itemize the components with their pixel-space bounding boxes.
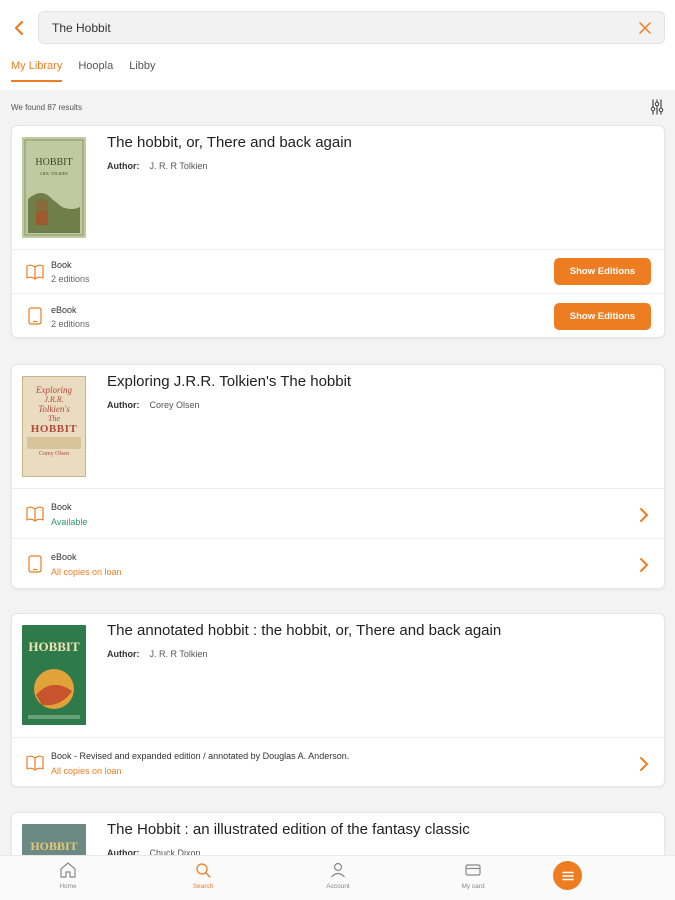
tablet-icon	[28, 307, 42, 325]
format-name: eBook	[51, 305, 77, 315]
book-cover[interactable]: HOBBIT J.R.R. TOLKIEN	[22, 137, 86, 238]
menu-icon	[561, 871, 574, 880]
chevron-right-icon[interactable]	[638, 507, 650, 523]
source-tabs: My Library Hoopla Libby	[11, 60, 156, 82]
tab-my-library[interactable]: My Library	[11, 60, 63, 82]
close-icon[interactable]	[638, 21, 652, 35]
author-name[interactable]: Corey Olsen	[150, 400, 200, 410]
format-row-book: Book 2 editions Show Editions	[12, 249, 666, 293]
svg-text:HOBBIT: HOBBIT	[30, 839, 77, 853]
account-icon	[331, 862, 345, 878]
nav-label: My card	[461, 883, 485, 890]
tablet-icon	[28, 555, 42, 573]
format-row-ebook: eBook 2 editions Show Editions	[12, 293, 666, 338]
format-editions: 2 editions	[51, 319, 90, 329]
cover-text: J.R.R.	[44, 395, 64, 404]
result-card[interactable]: HOBBIT The annotated hobbit : the hobbit…	[11, 613, 666, 787]
svg-text:J.R.R. TOLKIEN: J.R.R. TOLKIEN	[40, 171, 68, 176]
show-editions-button[interactable]: Show Editions	[554, 258, 651, 285]
book-cover[interactable]: Exploring J.R.R. Tolkien's The HOBBIT Co…	[22, 376, 86, 477]
book-title[interactable]: The annotated hobbit : the hobbit, or, T…	[107, 622, 501, 639]
search-input[interactable]: The Hobbit	[38, 11, 665, 44]
author-name[interactable]: J. R. R Tolkien	[150, 161, 208, 171]
menu-button[interactable]	[553, 861, 582, 890]
card-icon	[465, 864, 481, 876]
nav-label: Account	[326, 883, 350, 890]
author-row: Author: J. R. R Tolkien	[107, 161, 207, 171]
nav-label: Search	[192, 883, 214, 890]
book-title[interactable]: Exploring J.R.R. Tolkien's The hobbit	[107, 373, 351, 390]
format-editions: 2 editions	[51, 274, 90, 284]
format-row-book[interactable]: Book Available	[12, 488, 666, 538]
availability-status: Available	[51, 517, 88, 527]
back-button[interactable]	[8, 16, 30, 40]
book-cover[interactable]: HOBBIT	[22, 625, 86, 725]
availability-status: All copies on loan	[51, 567, 122, 577]
author-label: Author:	[107, 400, 140, 410]
header: The Hobbit My Library Hoopla Libby	[0, 0, 675, 90]
sliders-icon[interactable]	[650, 99, 664, 115]
show-editions-button[interactable]: Show Editions	[554, 303, 651, 330]
book-title[interactable]: The Hobbit : an illustrated edition of t…	[107, 821, 470, 838]
nav-my-card[interactable]: My card	[443, 861, 503, 890]
svg-text:HOBBIT: HOBBIT	[35, 157, 72, 168]
search-input-value: The Hobbit	[52, 21, 111, 35]
result-card[interactable]: HOBBIT J.R.R. TOLKIEN The hobbit, or, Th…	[11, 125, 666, 338]
cover-text: HOBBIT	[28, 639, 80, 654]
tab-libby[interactable]: Libby	[129, 60, 155, 82]
open-book-icon	[26, 506, 44, 522]
format-name: Book	[51, 260, 72, 270]
result-card[interactable]: Exploring J.R.R. Tolkien's The HOBBIT Co…	[11, 364, 666, 589]
nav-label: Home	[59, 883, 77, 890]
format-row-ebook[interactable]: eBook All copies on loan	[12, 538, 666, 589]
format-name: eBook	[51, 552, 77, 562]
home-icon	[60, 862, 76, 878]
cover-text: HOBBIT	[30, 423, 78, 435]
format-name: Book - Revised and expanded edition / an…	[51, 751, 350, 761]
author-name[interactable]: J. R. R Tolkien	[150, 649, 208, 659]
open-book-icon	[26, 755, 44, 771]
nav-home[interactable]: Home	[38, 861, 98, 890]
chevron-left-icon	[14, 20, 24, 36]
search-icon	[196, 863, 211, 878]
cover-text: Tolkien's	[38, 404, 70, 414]
author-row: Author: J. R. R Tolkien	[107, 649, 207, 659]
open-book-icon	[26, 264, 44, 280]
author-label: Author:	[107, 649, 140, 659]
nav-search[interactable]: Search	[173, 861, 233, 890]
availability-status: All copies on loan	[51, 766, 122, 776]
chevron-right-icon[interactable]	[638, 756, 650, 772]
format-row-book[interactable]: Book - Revised and expanded edition / an…	[12, 737, 666, 787]
nav-account[interactable]: Account	[308, 861, 368, 890]
tab-hoopla[interactable]: Hoopla	[78, 60, 113, 82]
cover-text: Exploring	[36, 385, 72, 395]
cover-text: Corey Olsen	[38, 451, 70, 457]
author-row: Author: Corey Olsen	[107, 400, 200, 410]
book-title[interactable]: The hobbit, or, There and back again	[107, 134, 352, 151]
cover-text: The	[48, 414, 60, 423]
author-label: Author:	[107, 161, 140, 171]
chevron-right-icon[interactable]	[638, 557, 650, 573]
format-name: Book	[51, 502, 72, 512]
results-count: We found 87 results	[11, 103, 83, 112]
